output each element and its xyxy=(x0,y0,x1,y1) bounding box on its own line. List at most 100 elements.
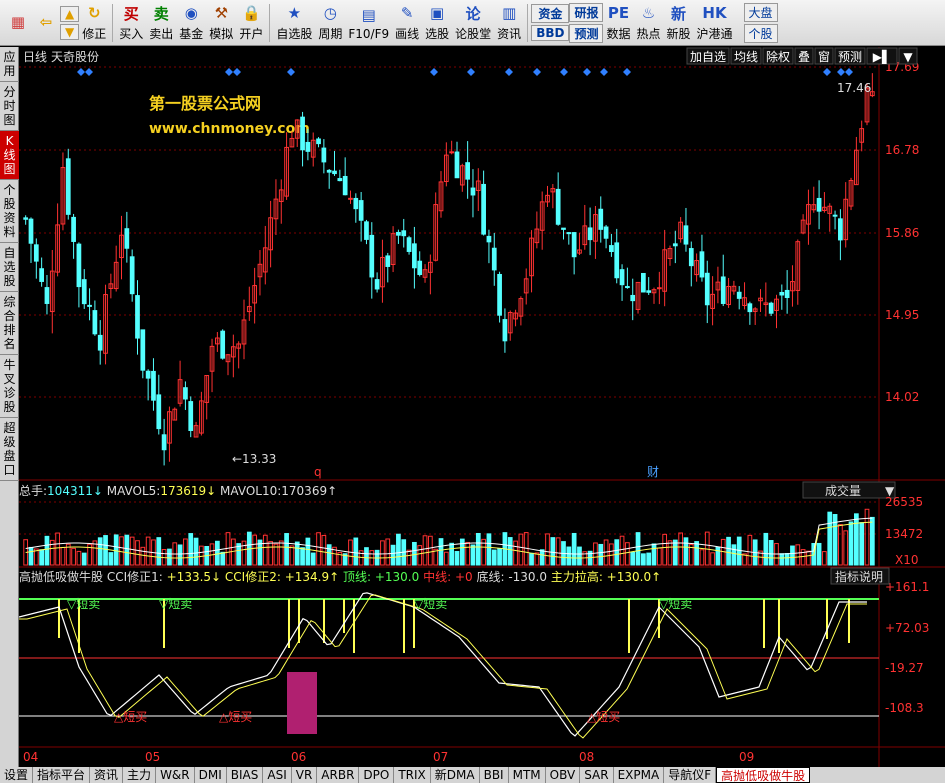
volume-bar[interactable] xyxy=(215,540,220,566)
bottom-tab-13[interactable]: BBI xyxy=(480,767,509,783)
candle-body[interactable] xyxy=(65,158,71,215)
candle-body[interactable] xyxy=(39,268,44,282)
candle-body[interactable] xyxy=(838,218,843,241)
candle-body[interactable] xyxy=(401,230,407,237)
candle-body[interactable] xyxy=(699,251,705,278)
volume-bar[interactable] xyxy=(119,536,124,566)
volume-bar[interactable] xyxy=(790,545,795,566)
leftnav-item-6[interactable]: 牛叉诊股 xyxy=(0,355,19,418)
volume-bar[interactable] xyxy=(454,551,460,566)
candle-body[interactable] xyxy=(76,243,82,288)
volume-bar[interactable] xyxy=(635,532,641,566)
data-button[interactable]: PE 数据 xyxy=(603,1,633,45)
candle-body[interactable] xyxy=(92,310,98,335)
volume-bar[interactable] xyxy=(784,553,790,566)
volume-bar[interactable] xyxy=(577,546,582,566)
volume-bar[interactable] xyxy=(593,542,598,566)
leftnav-item-0[interactable]: 应用 xyxy=(0,47,19,82)
candle-body[interactable] xyxy=(598,208,604,230)
volume-bar[interactable] xyxy=(763,532,769,566)
new-stock-button[interactable]: 新新股 xyxy=(664,1,694,45)
chart-top-button-6[interactable]: ▶▌ xyxy=(866,47,898,65)
candle-body[interactable] xyxy=(326,169,332,173)
volume-bar[interactable] xyxy=(177,544,183,566)
event-diamond-icon[interactable] xyxy=(467,68,475,76)
volume-bar[interactable] xyxy=(252,534,257,566)
bottom-tab-4[interactable]: W&R xyxy=(156,767,195,783)
volume-bar[interactable] xyxy=(316,532,321,566)
volume-bar[interactable] xyxy=(135,540,140,566)
candle-body[interactable] xyxy=(688,248,694,267)
candle-body[interactable] xyxy=(71,216,76,242)
f10-button[interactable]: ▤ F10/F9 xyxy=(345,1,392,45)
leftnav-item-7[interactable]: 超级盘口 xyxy=(0,418,19,481)
volume-bar[interactable] xyxy=(470,544,476,566)
volume-bar[interactable] xyxy=(443,551,449,566)
funds-button[interactable]: 资金 xyxy=(531,4,570,23)
candle-body[interactable] xyxy=(561,227,566,230)
forum-button[interactable]: 论论股堂 xyxy=(452,1,494,45)
volume-bar[interactable] xyxy=(76,550,82,566)
volume-bar[interactable] xyxy=(843,530,849,566)
volume-bar[interactable] xyxy=(71,547,76,566)
bottom-tab-18[interactable]: 导航仪F xyxy=(664,767,717,783)
candle-body[interactable] xyxy=(417,260,423,275)
event-diamond-icon[interactable] xyxy=(623,68,631,76)
bottom-tab-8[interactable]: VR xyxy=(292,767,318,783)
candle-body[interactable] xyxy=(97,334,103,351)
event-diamond-icon[interactable] xyxy=(505,68,513,76)
volume-bar[interactable] xyxy=(518,533,524,566)
volume-bar[interactable] xyxy=(262,534,268,566)
volume-bar[interactable] xyxy=(619,535,625,566)
candle-body[interactable] xyxy=(342,175,348,196)
volume-bar[interactable] xyxy=(539,549,545,566)
sync-button[interactable]: ↻ 修正 xyxy=(79,1,109,45)
volume-bar[interactable] xyxy=(220,551,226,566)
period-button[interactable]: ◷ 周期 xyxy=(315,1,345,45)
volume-bar[interactable] xyxy=(672,539,678,566)
pick-button[interactable]: ▣ 选股 xyxy=(422,1,452,45)
candle-body[interactable] xyxy=(220,330,226,359)
volume-bar[interactable] xyxy=(625,542,630,566)
volume-bar[interactable] xyxy=(768,540,774,566)
candle-body[interactable] xyxy=(672,243,678,247)
down-button[interactable]: ▼ xyxy=(60,23,80,40)
volume-bar[interactable] xyxy=(630,551,636,566)
sell-button[interactable]: 卖卖出 xyxy=(146,1,176,45)
volume-bar[interactable] xyxy=(545,533,550,566)
volume-bar[interactable] xyxy=(475,532,481,566)
volume-bar[interactable] xyxy=(385,538,391,566)
market-button[interactable]: 大盘 xyxy=(743,2,778,22)
bottom-tab-0[interactable]: 设置 xyxy=(0,767,34,783)
candle-body[interactable] xyxy=(369,234,375,278)
leftnav-item-1[interactable]: 分时图 xyxy=(0,82,19,131)
volume-bar[interactable] xyxy=(145,536,151,566)
volume-bar[interactable] xyxy=(571,532,577,566)
candle-body[interactable] xyxy=(736,291,742,299)
volume-bar[interactable] xyxy=(651,543,657,566)
candle-body[interactable] xyxy=(619,269,625,286)
volume-bar[interactable] xyxy=(513,540,518,566)
event-diamond-icon[interactable] xyxy=(225,68,233,76)
candle-body[interactable] xyxy=(720,276,726,304)
candle-body[interactable] xyxy=(87,304,92,307)
volume-bar[interactable] xyxy=(779,553,785,566)
volume-bar[interactable] xyxy=(656,547,662,566)
event-diamond-icon[interactable] xyxy=(430,68,438,76)
candle-body[interactable] xyxy=(779,291,785,296)
volume-bar[interactable] xyxy=(491,549,497,566)
volume-bar[interactable] xyxy=(736,536,742,566)
volume-bar[interactable] xyxy=(113,534,119,566)
volume-bar[interactable] xyxy=(300,547,305,566)
volume-bar[interactable] xyxy=(598,543,604,566)
candle-body[interactable] xyxy=(23,217,29,220)
event-diamond-icon[interactable] xyxy=(560,68,568,76)
buy-button[interactable]: 买买入 xyxy=(116,1,146,45)
candle-body[interactable] xyxy=(374,279,380,290)
candle-body[interactable] xyxy=(630,294,636,302)
volume-bar[interactable] xyxy=(428,535,433,566)
bottom-tab-19[interactable]: 高抛低吸做牛股 xyxy=(716,767,811,783)
volume-bar[interactable] xyxy=(806,550,811,566)
candle-body[interactable] xyxy=(609,245,614,253)
bottom-tab-2[interactable]: 资讯 xyxy=(90,767,124,783)
